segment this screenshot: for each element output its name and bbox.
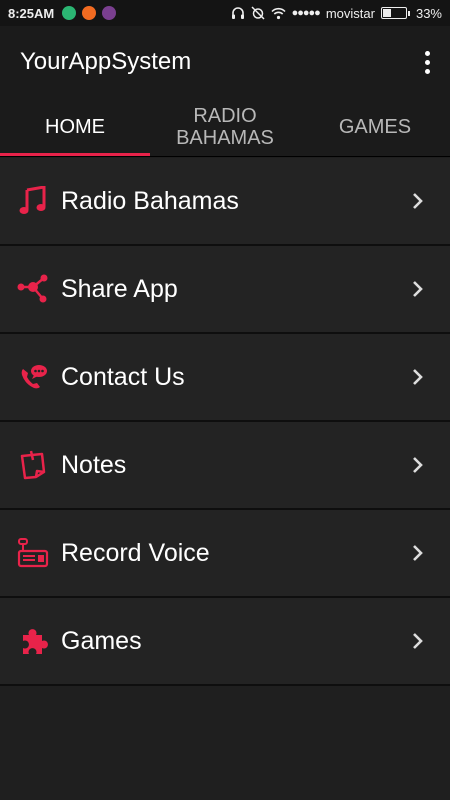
- app-bar: YourAppSystem: [0, 26, 450, 98]
- tab-radio-bahamas[interactable]: RADIO BAHAMAS: [150, 98, 300, 156]
- status-bar: 8:25AM ●●●●● movistar 33%: [0, 0, 450, 26]
- list-item-games[interactable]: Games: [0, 598, 450, 686]
- app-title: YourAppSystem: [20, 48, 192, 75]
- chevron-right-icon: [413, 369, 423, 385]
- status-time: 8:25AM: [8, 5, 55, 21]
- app-notification-icon: [82, 6, 97, 20]
- chevron-right-icon: [413, 193, 423, 209]
- notes-icon: [17, 449, 49, 481]
- tab-games[interactable]: GAMES: [300, 98, 450, 156]
- phone-chat-icon: [17, 361, 49, 393]
- signal-strength-icon: ●●●●●: [291, 7, 321, 19]
- chevron-right-icon: [413, 633, 423, 649]
- chevron-right-icon: [413, 457, 423, 473]
- tab-label: HOME: [45, 116, 105, 138]
- shield-notification-icon: [62, 6, 77, 20]
- music-note-icon: [17, 185, 49, 217]
- battery-tip: [407, 10, 410, 16]
- tab-label: GAMES: [338, 116, 412, 138]
- alarm-off-icon: [251, 6, 265, 20]
- headphones-icon: [231, 7, 244, 19]
- battery-level: [382, 9, 391, 17]
- more-vert-icon: [424, 59, 430, 65]
- puzzle-icon: [17, 625, 49, 657]
- list-item-label: Record Voice: [61, 538, 210, 567]
- status-left: 8:25AM: [0, 6, 122, 21]
- tab-bar: HOME RADIO BAHAMAS GAMES: [0, 98, 450, 157]
- list-item-label: Contact Us: [61, 362, 185, 391]
- chevron-right-icon: [413, 545, 423, 561]
- list-item-label: Games: [61, 626, 142, 655]
- list-item-label: Radio Bahamas: [61, 186, 239, 215]
- tab-label: RADIO BAHAMAS: [176, 105, 274, 149]
- chevron-right-icon: [413, 281, 423, 297]
- share-icon: [17, 273, 49, 305]
- status-right: ●●●●● movistar 33%: [231, 6, 450, 21]
- list-item-share-app[interactable]: Share App: [0, 246, 450, 334]
- list-item-record-voice[interactable]: Record Voice: [0, 510, 450, 598]
- battery-icon: [380, 7, 407, 19]
- carrier-name: movistar: [325, 5, 375, 21]
- recorder-icon: [17, 537, 49, 569]
- list-item-label: Notes: [61, 450, 127, 479]
- tab-home[interactable]: HOME: [0, 98, 150, 156]
- more-vert-icon: [424, 50, 430, 56]
- more-vert-icon: [424, 68, 430, 74]
- wifi-icon: [271, 7, 286, 19]
- overflow-menu-button[interactable]: [412, 42, 442, 82]
- list-item-radio-bahamas[interactable]: Radio Bahamas: [0, 158, 450, 246]
- list-item-notes[interactable]: Notes: [0, 422, 450, 510]
- radio-notification-icon: [102, 6, 117, 20]
- list-item-label: Share App: [61, 274, 178, 303]
- menu-list: Radio Bahamas Share App Contact Us Notes…: [0, 158, 450, 686]
- battery-percent: 33%: [415, 5, 442, 21]
- list-item-contact-us[interactable]: Contact Us: [0, 334, 450, 422]
